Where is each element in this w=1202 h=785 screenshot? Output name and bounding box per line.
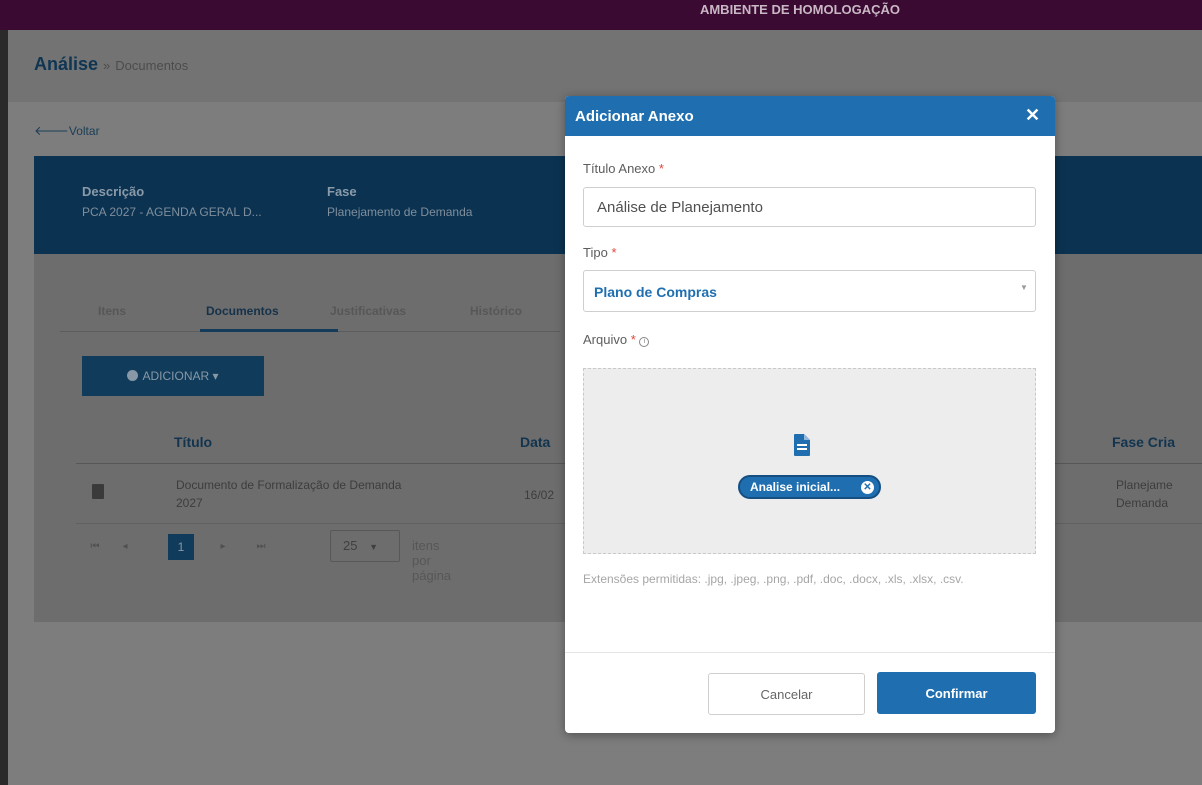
- per-page-select[interactable]: 25 ▼: [330, 530, 400, 562]
- breadcrumb-root[interactable]: Análise: [34, 54, 98, 74]
- row-fase-line2: Demanda: [1116, 496, 1169, 510]
- page-1-button[interactable]: 1: [168, 534, 194, 560]
- row-titulo: Documento de Formalização de Demanda 202…: [176, 476, 496, 512]
- close-icon[interactable]: ✕: [1025, 105, 1040, 126]
- modal-header: Adicionar Anexo ✕: [565, 96, 1055, 136]
- breadcrumb-separator: »: [103, 58, 111, 73]
- row-titulo-line2: 2027: [176, 496, 203, 510]
- prev-page-button[interactable]: ◂: [112, 534, 138, 560]
- descricao-block: Descrição PCA 2027 - AGENDA GERAL D...: [82, 184, 262, 219]
- breadcrumb-current: Documentos: [115, 58, 189, 73]
- required-mark: *: [630, 332, 636, 347]
- titulo-anexo-label-text: Título Anexo: [583, 161, 656, 176]
- tipo-select[interactable]: Plano de Compras ▼: [583, 270, 1036, 312]
- add-button-label: ADICIONAR ▾: [142, 369, 219, 383]
- column-header-fase[interactable]: Fase Cria: [1112, 434, 1175, 450]
- tab-bar: Itens Documentos Justificativas Históric…: [60, 292, 560, 332]
- add-button[interactable]: ADICIONAR ▾: [82, 356, 264, 396]
- column-header-data[interactable]: Data: [520, 434, 550, 450]
- per-page-label: itens por página: [412, 538, 452, 583]
- row-titulo-line1: Documento de Formalização de Demanda: [176, 478, 402, 492]
- modal-title: Adicionar Anexo: [575, 108, 694, 125]
- tab-documentos[interactable]: Documentos: [206, 304, 279, 318]
- titulo-anexo-input[interactable]: [583, 187, 1036, 227]
- tab-justificativas[interactable]: Justificativas: [330, 304, 406, 318]
- descricao-label: Descrição: [82, 184, 145, 199]
- arquivo-label-text: Arquivo: [583, 332, 628, 347]
- fase-label: Fase: [327, 184, 357, 199]
- info-icon[interactable]: i: [639, 337, 650, 347]
- caret-down-icon: ▼: [1020, 283, 1028, 292]
- environment-banner: AMBIENTE DE HOMOLOGAÇÃO: [0, 0, 1202, 30]
- environment-label: AMBIENTE DE HOMOLOGAÇÃO: [699, 2, 901, 17]
- remove-circle-icon[interactable]: ✕: [861, 481, 874, 494]
- titulo-anexo-label: Título Anexo *: [583, 161, 664, 176]
- confirm-button[interactable]: Confirmar: [877, 672, 1036, 714]
- allowed-extensions: Extensões permitidas: .jpg, .jpeg, .png,…: [583, 572, 964, 586]
- fase-block: Fase Planejamento de Demanda: [327, 184, 472, 219]
- file-chip[interactable]: Analise inicial... ✕: [738, 475, 881, 499]
- per-page-value: 25: [343, 538, 358, 553]
- tab-itens[interactable]: Itens: [98, 304, 126, 318]
- descricao-value: PCA 2027 - AGENDA GERAL D...: [82, 205, 262, 219]
- column-header-titulo[interactable]: Título: [174, 434, 212, 450]
- arquivo-label: Arquivo * i: [583, 332, 650, 347]
- last-page-button[interactable]: ⏭: [248, 534, 274, 560]
- tipo-select-value: Plano de Compras: [594, 284, 717, 300]
- file-dropzone[interactable]: Analise inicial... ✕: [583, 368, 1036, 554]
- file-icon: [794, 434, 810, 456]
- page-header: Análise » Documentos: [8, 30, 1202, 102]
- row-fase: Planejame Demanda: [1116, 476, 1173, 512]
- tipo-label: Tipo *: [583, 245, 617, 260]
- breadcrumb: Análise » Documentos: [34, 54, 188, 75]
- back-label: Voltar: [68, 124, 100, 138]
- next-page-button[interactable]: ▸: [210, 534, 236, 560]
- tipo-label-text: Tipo: [583, 245, 608, 260]
- row-data: 16/02: [524, 488, 555, 502]
- modal-footer-divider: [565, 652, 1055, 653]
- required-mark: *: [658, 161, 664, 176]
- add-attachment-modal: Adicionar Anexo ✕ Título Anexo * Tipo * …: [565, 96, 1055, 733]
- caret-down-icon: ▼: [369, 542, 379, 552]
- plus-circle-icon: [127, 370, 139, 381]
- first-page-button[interactable]: ⏮: [82, 534, 108, 560]
- left-edge: [0, 30, 8, 785]
- arrow-left-icon: 🡐: [34, 123, 69, 138]
- row-fase-line1: Planejame: [1116, 478, 1173, 492]
- fase-value: Planejamento de Demanda: [327, 205, 473, 219]
- cancel-button[interactable]: Cancelar: [708, 673, 865, 715]
- active-tab-indicator: [200, 329, 338, 332]
- back-link[interactable]: 🡐Voltar: [34, 123, 100, 139]
- required-mark: *: [611, 245, 617, 260]
- file-chip-label: Analise inicial...: [750, 480, 841, 494]
- document-icon: [92, 484, 104, 499]
- tab-historico[interactable]: Histórico: [470, 304, 522, 318]
